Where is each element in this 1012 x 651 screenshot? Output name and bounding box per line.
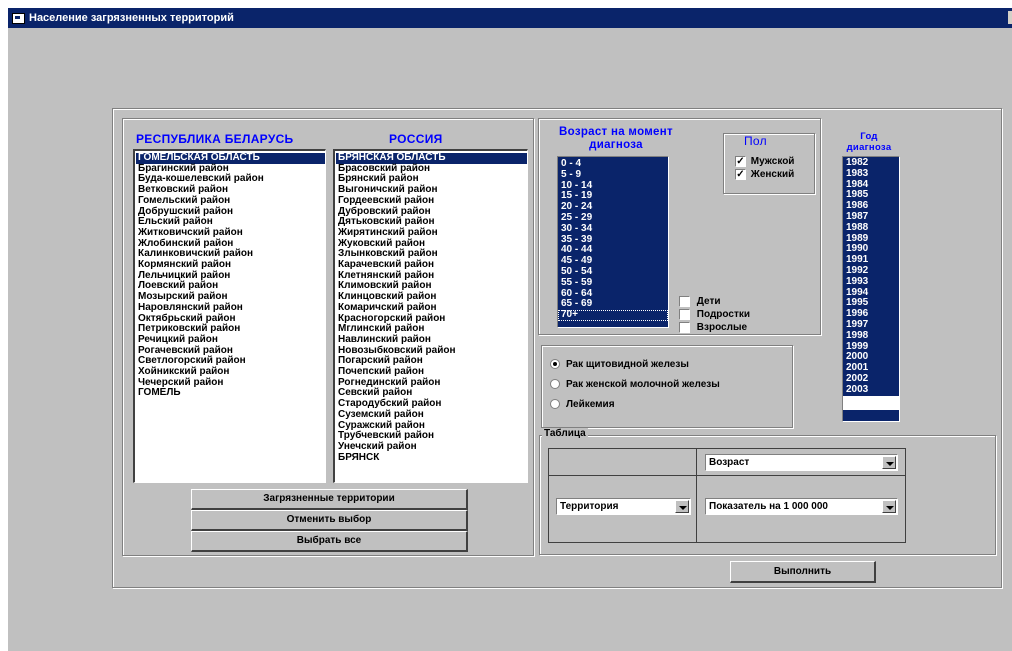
age-range-item[interactable]: 5 - 9 (558, 169, 668, 181)
age-header: Возраст на момент диагноза (559, 126, 673, 151)
main-window: Население загрязненных территорий РЕСПУБ… (8, 8, 1012, 651)
year-item[interactable]: 1983 (843, 168, 899, 180)
disease-option-label: Рак женской молочной железы (566, 379, 720, 390)
teens-label: Подростки (696, 309, 750, 321)
teens-checkbox[interactable]: Подростки (679, 309, 750, 320)
russia-territory-list[interactable]: БРЯНСКАЯ ОБЛАСТЬ Брасовский район Брянский… (333, 149, 528, 483)
male-checkbox[interactable]: ✓ Мужской (735, 156, 794, 167)
grid-vertical-divider (696, 448, 697, 543)
year-list[interactable]: 1982 1983 1984 1985 1986 1987 1988 1989 1990 1991… (842, 156, 900, 422)
belarus-territory-item[interactable]: Гомельский район (136, 195, 325, 207)
adults-checkbox[interactable]: Взрослые (679, 322, 747, 333)
cancel-selection-button[interactable]: Отменить выбор (191, 510, 468, 531)
disease-option[interactable]: Рак щитовидной железы (550, 359, 720, 379)
measure-select[interactable]: Показатель на 1 000 000 (705, 498, 898, 515)
column-dimension-value: Возраст (709, 457, 750, 468)
male-check-icon[interactable]: ✓ (735, 156, 746, 167)
execute-button[interactable]: Выполнить (730, 561, 876, 583)
row-dimension-select[interactable]: Территория (556, 498, 691, 515)
measure-value: Показатель на 1 000 000 (709, 501, 828, 512)
row-dimension-value: Территория (560, 501, 619, 512)
grid-horizontal-divider (548, 475, 906, 476)
children-check-icon[interactable] (679, 296, 690, 307)
age-range-item[interactable]: 70+ (558, 309, 668, 321)
contaminated-territories-button[interactable]: Загрязненные территории (191, 489, 468, 510)
chevron-down-icon[interactable] (675, 500, 689, 513)
year-item[interactable]: 2003 (843, 384, 899, 396)
russia-territory-item[interactable]: БРЯНСК (336, 452, 527, 464)
disease-option-label: Лейкемия (566, 399, 615, 410)
disease-radio-group: Рак щитовидной железы Рак женской молочно… (550, 359, 720, 419)
table-header: Таблица (542, 428, 588, 439)
title-bar: Население загрязненных территорий (8, 8, 1012, 28)
column-dimension-select[interactable]: Возраст (705, 454, 898, 471)
age-list[interactable]: 0 - 45 - 9 10 - 14 15 - 19 20 - 24 25 - 29 30… (557, 156, 669, 328)
titlebar-button-edge[interactable] (1008, 11, 1012, 24)
male-label: Мужской (750, 156, 795, 168)
select-all-button[interactable]: Выбрать все (191, 531, 468, 552)
radio-icon[interactable] (550, 399, 560, 410)
chevron-down-icon[interactable] (882, 456, 896, 469)
disease-option[interactable]: Лейкемия (550, 399, 720, 419)
chevron-down-icon[interactable] (882, 500, 896, 513)
teens-check-icon[interactable] (679, 309, 690, 320)
radio-icon[interactable] (550, 359, 560, 370)
year-item[interactable]: 1998 (843, 330, 899, 342)
belarus-header: РЕСПУБЛИКА БЕЛАРУСЬ (136, 132, 294, 146)
year-item[interactable]: 1993 (843, 276, 899, 288)
year-list-empty-row (843, 395, 899, 410)
radio-icon[interactable] (550, 379, 560, 390)
sex-header: Пол (744, 134, 767, 148)
female-checkbox[interactable]: ✓ Женский (735, 169, 794, 180)
children-label: Дети (696, 296, 721, 308)
children-checkbox[interactable]: Дети (679, 296, 721, 307)
female-label: Женский (750, 169, 795, 181)
belarus-territory-list[interactable]: ГОМЕЛЬСКАЯ ОБЛАСТЬ Брагинский район Буда-к… (133, 149, 326, 483)
window-title: Население загрязненных территорий (29, 12, 234, 24)
disease-option[interactable]: Рак женской молочной железы (550, 379, 720, 399)
belarus-territory-item[interactable]: Наровлянский район (136, 302, 325, 314)
app-icon (12, 13, 25, 24)
adults-label: Взрослые (696, 322, 748, 334)
russia-territory-item[interactable]: Суземский район (336, 409, 527, 421)
russia-territory-item[interactable]: Комаричский район (336, 302, 527, 314)
disease-option-label: Рак щитовидной железы (566, 359, 689, 370)
year-header: Год диагноза (846, 131, 892, 153)
age-range-item[interactable]: 30 - 34 (558, 223, 668, 235)
russia-territory-item[interactable]: Гордеевский район (336, 195, 527, 207)
adults-check-icon[interactable] (679, 322, 690, 333)
female-check-icon[interactable]: ✓ (735, 169, 746, 180)
year-item[interactable]: 1988 (843, 222, 899, 234)
russia-header: РОССИЯ (389, 132, 443, 146)
belarus-territory-item[interactable]: ГОМЕЛЬ (136, 388, 325, 399)
age-range-item[interactable]: 55 - 59 (558, 277, 668, 289)
